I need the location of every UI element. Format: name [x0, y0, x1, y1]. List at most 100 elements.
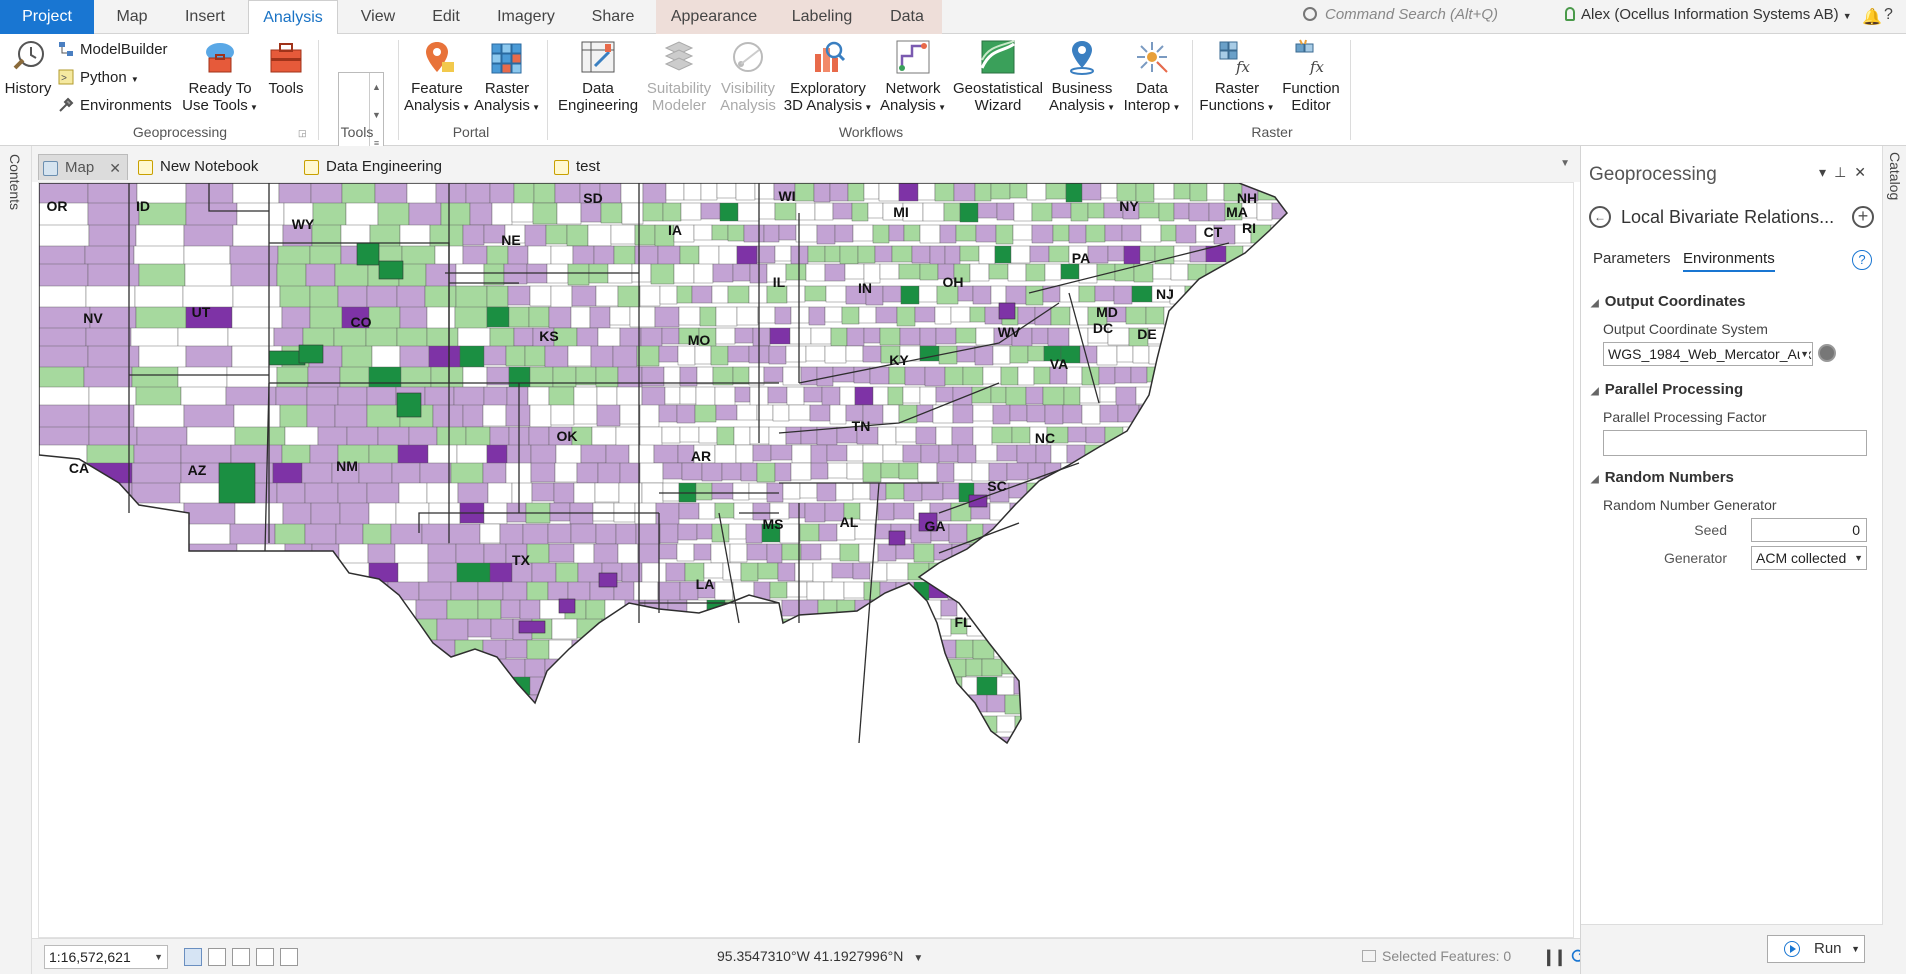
suitability-modeler-button[interactable]: Suitability Modeler [642, 38, 716, 114]
network-analysis-button[interactable]: Network Analysis ▼ [876, 38, 950, 116]
tools-button[interactable]: Tools [264, 38, 308, 97]
tab-map[interactable]: Map [104, 0, 160, 34]
county-polygon [633, 658, 655, 681]
tab-imagery[interactable]: Imagery [490, 0, 562, 34]
county-polygon [1189, 482, 1211, 503]
tab-share[interactable]: Share [580, 0, 646, 34]
tab-appearance[interactable]: Appearance [656, 0, 772, 34]
data-engineering-button[interactable]: Data Engineering [554, 38, 642, 114]
globe-icon[interactable] [1818, 344, 1836, 362]
tab-insert[interactable]: Insert [172, 0, 238, 34]
fixed-zoom-icon[interactable] [184, 948, 202, 966]
catalog-pane-strip[interactable]: Catalog [1882, 146, 1906, 974]
python-button[interactable]: > Python ▼ [58, 68, 139, 90]
tabs-dropdown-icon[interactable]: ▼ [1560, 158, 1570, 169]
county-polygon [898, 639, 916, 659]
snapping-icon[interactable] [256, 948, 274, 966]
parallel-processing-factor-input[interactable] [1603, 430, 1867, 456]
tab-edit[interactable]: Edit [418, 0, 474, 34]
doc-tab-data-engineering-notebook[interactable]: Data Engineering Notebook [300, 154, 510, 201]
map-canvas[interactable]: OR IDWYSDIAWIMI NY NHMACT RINEPANV UTCOKSIL IN… [39, 183, 1574, 938]
back-arrow-icon[interactable]: ← [1589, 206, 1611, 228]
section-parallel-processing[interactable]: ◢ Parallel Processing [1591, 381, 1743, 398]
business-analysis-button[interactable]: Business Analysis ▼ [1046, 38, 1118, 116]
county-polygon [714, 444, 737, 465]
help-icon[interactable]: ? [1852, 250, 1872, 270]
county-polygon [772, 676, 793, 693]
visibility-analysis-button[interactable]: Visibility Analysis [712, 38, 784, 114]
county-polygon [972, 426, 993, 447]
close-icon[interactable]: ✕ [109, 155, 121, 181]
help-icon[interactable]: ? [1884, 6, 1893, 24]
tab-analysis[interactable]: Analysis [248, 0, 338, 35]
generator-select[interactable]: ACM collected ▼ [1751, 546, 1867, 570]
output-coordinate-system-select[interactable]: WGS_1984_Web_Mercator_Auxiliary_Sphere▼ [1603, 342, 1813, 366]
county-polygon [788, 502, 806, 519]
tools-gallery[interactable]: ▲ ▼ ≡ [338, 72, 384, 157]
pause-drawing-button[interactable]: ❙❙ [1542, 947, 1567, 967]
section-random-numbers[interactable]: ◢ Random Numbers [1591, 469, 1734, 486]
north-arrow-icon[interactable] [280, 948, 298, 966]
county-polygon [552, 366, 577, 388]
county-polygon [841, 306, 860, 325]
pane-menu-icon[interactable]: ▾ [1819, 164, 1834, 180]
tab-labeling[interactable]: Labeling [772, 0, 872, 34]
county-polygon [1273, 658, 1287, 679]
coordinate-readout[interactable]: 95.3547310°W 41.1927996°N ▼ [717, 948, 923, 964]
county-polygon [1119, 676, 1138, 695]
tab-view[interactable]: View [350, 0, 406, 34]
ready-to-use-tools-button[interactable]: Ready To Use Tools ▼ [182, 38, 258, 116]
raster-functions-button[interactable]: fx Raster Functions ▼ [1198, 38, 1276, 116]
data-interop-button[interactable]: Data Interop ▼ [1116, 38, 1188, 116]
county-polygon [770, 444, 793, 461]
feature-analysis-button[interactable]: Feature Analysis ▼ [402, 38, 472, 116]
run-button[interactable]: Run ▼ [1767, 935, 1865, 963]
county-polygon [763, 658, 785, 676]
state-label-ga: GA [925, 518, 946, 534]
add-icon[interactable]: + [1852, 206, 1874, 228]
grid-toggle-icon[interactable] [208, 948, 226, 966]
county-polygon [683, 183, 702, 201]
tab-parameters[interactable]: Parameters [1593, 250, 1671, 267]
dialog-launcher-icon[interactable]: ◲ [298, 128, 307, 139]
tab-data[interactable]: Data [872, 0, 942, 34]
catalog-tab[interactable]: Catalog [1887, 152, 1903, 200]
contents-tab[interactable]: Contents [7, 154, 23, 210]
tab-environments[interactable]: Environments [1683, 250, 1775, 272]
section-output-coordinates[interactable]: ◢ Output Coordinates [1591, 293, 1746, 310]
environments-button[interactable]: Environments [58, 96, 172, 116]
pane-controls[interactable]: ▾⊥✕ [1819, 164, 1874, 181]
map-view[interactable]: OR ID WY SD IA WI MI NY NH MA CT RI NE PA NV UT CO KS IL IN… [38, 182, 1574, 938]
county-polygon [1067, 639, 1089, 657]
gallery-up-icon[interactable]: ▲ [369, 73, 383, 101]
function-editor-button[interactable]: fx Function Editor [1276, 38, 1346, 114]
raster-analysis-button[interactable]: Raster Analysis ▼ [474, 38, 540, 116]
county-polygon [88, 523, 138, 568]
county-polygon [917, 462, 938, 483]
county-polygon [1054, 715, 1072, 736]
command-search-input[interactable]: Command Search (Alt+Q) [1303, 6, 1548, 28]
contents-pane-strip[interactable]: Contents [0, 146, 32, 974]
pin-icon[interactable]: ⊥ [1834, 164, 1854, 180]
county-polygon [1243, 263, 1263, 282]
seed-input[interactable]: 0 [1751, 518, 1867, 542]
county-polygon [814, 202, 834, 221]
geostatistical-wizard-button[interactable]: Geostatistical Wizard [950, 38, 1046, 114]
user-account-menu[interactable]: Alex (Ocellus Information Systems AB) ▼ [1565, 6, 1852, 23]
scale-combobox[interactable]: 1:16,572,621 ▼ [44, 945, 168, 969]
selected-features-indicator[interactable]: Selected Features: 0 [1362, 948, 1511, 964]
notification-bell-icon[interactable]: 🔔 [1862, 7, 1882, 27]
doc-tab-test[interactable]: test [550, 154, 620, 180]
exploratory-3d-analysis-button[interactable]: Exploratory 3D Analysis ▼ [780, 38, 876, 116]
history-button[interactable]: History [4, 38, 52, 97]
county-polygon [958, 715, 981, 735]
county-polygon [846, 327, 865, 347]
doc-tab-map[interactable]: Map ✕ [38, 154, 128, 180]
doc-tab-new-notebook[interactable]: New Notebook [134, 154, 284, 180]
cloud-toolbox-icon [201, 38, 239, 76]
tab-project[interactable]: Project [0, 0, 94, 34]
table-icon[interactable] [232, 948, 250, 966]
close-icon[interactable]: ✕ [1854, 164, 1874, 180]
county-polygon [1070, 202, 1089, 222]
modelbuilder-button[interactable]: ModelBuilder [58, 40, 168, 60]
